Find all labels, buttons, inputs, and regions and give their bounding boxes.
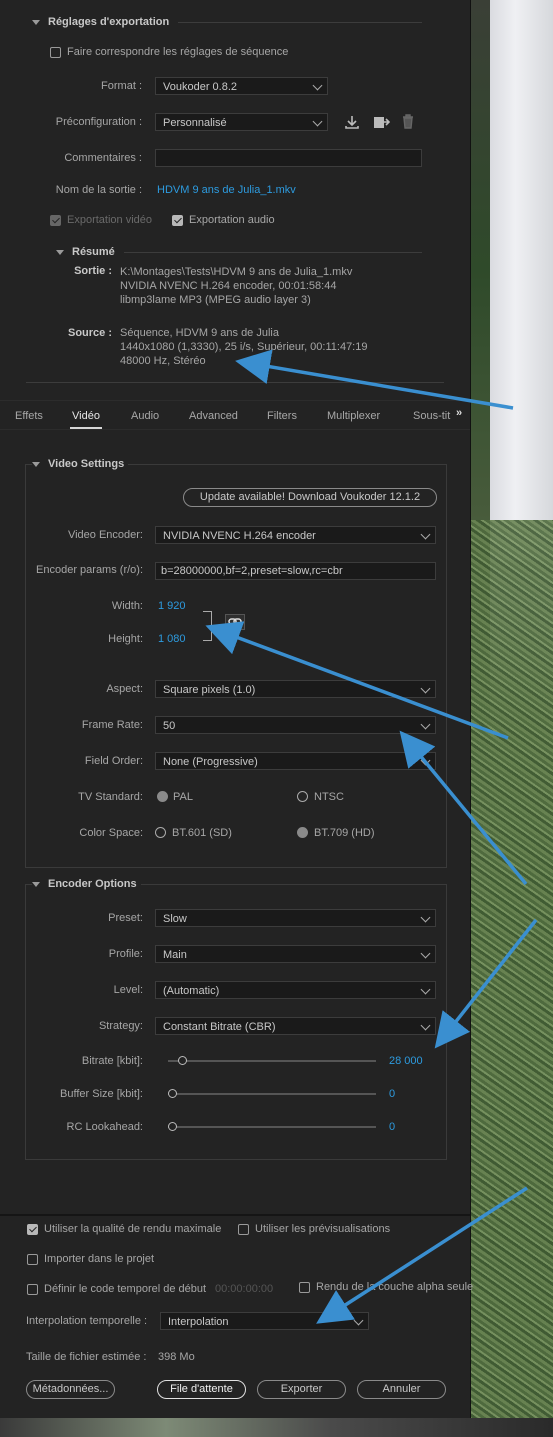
annotation-arrow xyxy=(235,349,514,410)
annotation-arrow xyxy=(434,918,538,1049)
annotation-arrow xyxy=(316,1186,528,1324)
annotation-arrow xyxy=(205,621,509,740)
annotation-arrow xyxy=(399,730,528,886)
annotation-arrows xyxy=(205,349,538,1324)
